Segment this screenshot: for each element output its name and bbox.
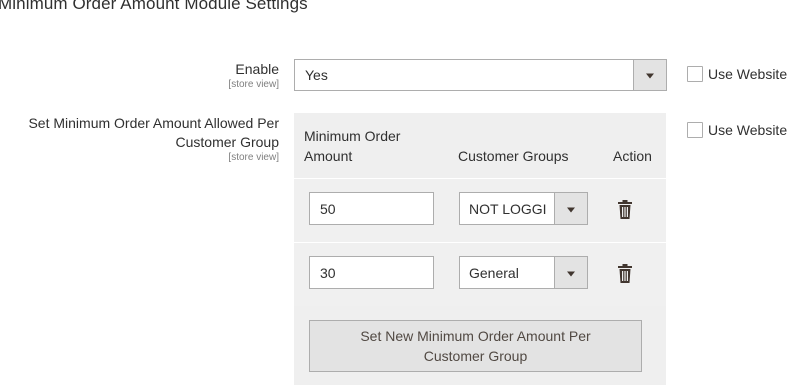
checkbox-icon[interactable] <box>687 122 703 138</box>
enable-use-website-label: Use Website <box>708 66 788 82</box>
enable-label-block: Enable [store view] <box>120 60 279 91</box>
customer-group-value: General <box>469 264 519 281</box>
min-order-use-website-label: Use Website <box>708 122 788 138</box>
trash-icon[interactable] <box>618 200 632 219</box>
chevron-down-icon <box>646 73 654 79</box>
min-order-label-block: Set Minimum Order Amount Allowed Per Cus… <box>0 114 279 164</box>
enable-scope: [store view] <box>228 79 279 90</box>
customer-group-value: NOT LOGGI <box>469 200 547 217</box>
add-row-button[interactable]: Set New Minimum Order Amount Per Custome… <box>309 320 642 372</box>
min-order-label: Set Minimum Order Amount Allowed Per Cus… <box>28 115 279 150</box>
enable-select[interactable]: Yes <box>294 59 667 91</box>
min-order-use-website[interactable]: Use Website <box>687 122 787 138</box>
enable-use-website[interactable]: Use Website <box>687 66 787 82</box>
header-groups: Customer Groups <box>458 148 569 164</box>
enable-select-arrow[interactable] <box>633 60 666 90</box>
customer-group-arrow[interactable] <box>554 257 587 288</box>
customer-group-select[interactable]: General <box>459 256 588 289</box>
amount-input[interactable]: 30 <box>309 256 434 289</box>
min-order-grid: Minimum Order Amount Customer Groups Act… <box>294 113 666 385</box>
trash-icon[interactable] <box>618 264 632 283</box>
table-row: 30 General <box>294 242 666 306</box>
table-row: 50 NOT LOGGI <box>294 178 666 242</box>
enable-select-value: Yes <box>305 67 328 83</box>
checkbox-icon[interactable] <box>687 66 703 82</box>
min-order-scope: [store view] <box>228 152 279 163</box>
header-amount: Minimum Order Amount <box>304 128 401 164</box>
section-title: Minimum Order Amount Module Settings <box>0 0 308 13</box>
amount-input[interactable]: 50 <box>309 192 434 225</box>
enable-label: Enable <box>235 61 279 77</box>
chevron-down-icon <box>567 271 575 276</box>
header-action: Action <box>613 148 652 164</box>
customer-group-arrow[interactable] <box>554 193 587 224</box>
customer-group-select[interactable]: NOT LOGGI <box>459 192 588 225</box>
chevron-down-icon <box>567 207 575 212</box>
